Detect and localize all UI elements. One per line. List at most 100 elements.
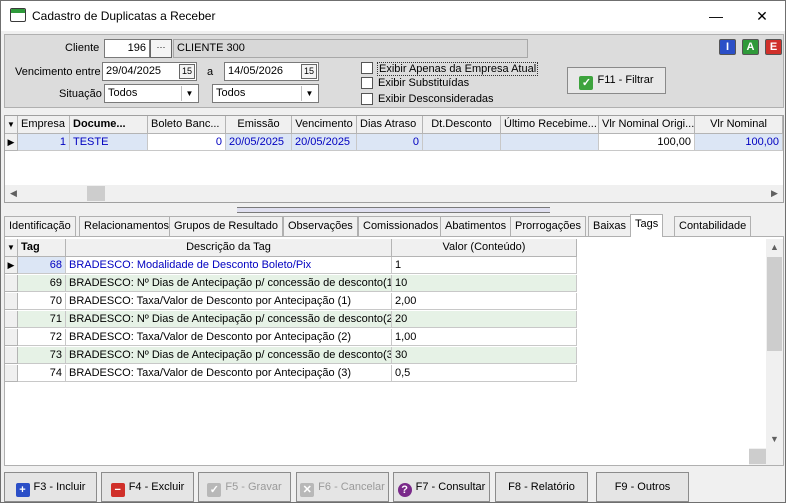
table-row-cell[interactable]: 0 [357,134,423,151]
tag-row-desc[interactable]: BRADESCO: Taxa/Valor de Desconto por Ant… [66,329,392,346]
situacao-select-2[interactable]: Todos ▼ [212,84,319,103]
col-descricao-tag[interactable]: Descrição da Tag [66,239,392,257]
tag-row-tag[interactable]: 70 [18,293,66,310]
excluir-button[interactable]: − F4 - Excluir [101,472,194,502]
col-dt-desconto[interactable]: Dt.Desconto [423,116,501,134]
splitter-handle[interactable] [237,207,550,213]
col-empresa[interactable]: Empresa [18,116,70,134]
situacao-select-1[interactable]: Todos ▼ [104,84,199,103]
venc-to-value: 14/05/2026 [228,65,284,77]
col-tag[interactable]: Tag [18,239,66,257]
tab-identificacao[interactable]: Identificação [4,216,76,236]
table-row-cell[interactable]: 0 [148,134,226,151]
tag-row-tag[interactable]: 69 [18,275,66,292]
info-button[interactable]: I [719,39,736,55]
table-row-cell[interactable]: 1 [18,134,70,151]
tags-grid-menu-icon[interactable]: ▼ [5,239,18,257]
tag-row-valor[interactable]: 1 [392,257,577,274]
col-valor[interactable]: Valor (Conteúdo) [392,239,577,257]
alter-button[interactable]: A [742,39,759,55]
situacao-1-value: Todos [108,87,138,99]
tag-row-valor[interactable]: 30 [392,347,577,364]
minus-icon: − [110,483,125,497]
tag-row-valor[interactable]: 10 [392,275,577,292]
tab-observacoes[interactable]: Observações [283,216,358,236]
chk-desconsideradas[interactable] [361,93,373,105]
tab-comissionados[interactable]: Comissionados [358,216,444,236]
close-button[interactable]: ✕ [739,1,785,31]
grid-menu-icon[interactable]: ▼ [5,116,18,134]
calendar-to-icon[interactable]: 15 [301,64,317,79]
scroll-down-icon[interactable]: ▼ [766,431,783,448]
tag-row-desc[interactable]: BRADESCO: Nº Dias de Antecipação p/ conc… [66,347,392,364]
row-indicator [5,329,18,346]
delete-button[interactable]: E [765,39,782,55]
tab-prorrogacoes[interactable]: Prorrogações [510,216,587,236]
outros-button[interactable]: F9 - Outros [596,472,689,502]
calendar-from-icon[interactable]: 15 [179,64,195,79]
table-row-cell[interactable]: TESTE [70,134,148,151]
maximize-button[interactable] [693,1,739,31]
cancelar-button[interactable]: ✕ F6 - Cancelar [296,472,389,502]
situacao-2-value: Todos [216,87,246,99]
top-grid-h-scrollbar[interactable]: ◀ ▶ [5,185,783,202]
col-vlr-nominal-orig[interactable]: Vlr Nominal Origi... [599,116,695,134]
tag-row-desc[interactable]: BRADESCO: Modalidade de Desconto Boleto/… [66,257,392,274]
col-boleto[interactable]: Boleto Banc... [148,116,226,134]
tags-v-scrollbar[interactable]: ▲ ▼ [766,239,783,448]
vencimento-label: Vencimento entre [15,66,101,78]
tag-row-desc[interactable]: BRADESCO: Nº Dias de Antecipação p/ conc… [66,311,392,328]
venc-separator: a [207,66,214,78]
table-row-cell[interactable] [423,134,501,151]
tag-row-tag[interactable]: 74 [18,365,66,382]
plus-icon: + [15,483,30,497]
filter-button[interactable]: ✓ F11 - Filtrar [567,67,666,94]
tag-row-tag[interactable]: 68 [18,257,66,274]
tag-row-tag[interactable]: 71 [18,311,66,328]
table-row-cell[interactable]: 20/05/2025 [226,134,292,151]
incluir-label: F3 - Incluir [33,481,86,493]
tag-row-desc[interactable]: BRADESCO: Nº Dias de Antecipação p/ conc… [66,275,392,292]
tag-row-valor[interactable]: 1,00 [392,329,577,346]
tag-row-valor[interactable]: 20 [392,311,577,328]
scroll-right-icon[interactable]: ▶ [766,185,783,202]
col-dias-atraso[interactable]: Dias Atraso [357,116,423,134]
tag-row-desc[interactable]: BRADESCO: Taxa/Valor de Desconto por Ant… [66,365,392,382]
tag-row-valor[interactable]: 0,5 [392,365,577,382]
tab-contabilidade[interactable]: Contabilidade [674,216,752,236]
table-row-cell[interactable] [501,134,599,151]
relatorio-button[interactable]: F8 - Relatório [495,472,588,502]
tab-abatimentos[interactable]: Abatimentos [440,216,512,236]
scroll-up-icon[interactable]: ▲ [766,239,783,256]
table-row-cell[interactable]: 20/05/2025 [292,134,357,151]
tag-row-desc[interactable]: BRADESCO: Taxa/Valor de Desconto por Ant… [66,293,392,310]
scroll-thumb[interactable] [767,257,782,351]
tags-size-grip [749,448,783,465]
row-indicator [5,275,18,292]
table-row-cell[interactable]: 100,00 [599,134,695,151]
check-icon: ✓ [579,76,594,90]
row-indicator [5,311,18,328]
tag-row-valor[interactable]: 2,00 [392,293,577,310]
scroll-thumb[interactable] [87,186,105,201]
tab-relacionamentos[interactable]: Relacionamentos [79,216,174,236]
chk-empresa-atual[interactable] [361,62,373,74]
tag-row-tag[interactable]: 73 [18,347,66,364]
col-emissao[interactable]: Emissão [226,116,292,134]
gravar-button[interactable]: ✓ F5 - Gravar [198,472,291,502]
tab-baixas[interactable]: Baixas [588,216,632,236]
col-vlr-nominal[interactable]: Vlr Nominal [695,116,783,134]
table-row-cell[interactable]: 100,00 [695,134,783,151]
incluir-button[interactable]: + F3 - Incluir [4,472,97,502]
cliente-code-input[interactable]: 196 [104,39,150,58]
cliente-lookup-button[interactable]: ··· [150,39,172,58]
col-documento[interactable]: Docume... [70,116,148,134]
chk-substituidas[interactable] [361,77,373,89]
tag-row-tag[interactable]: 72 [18,329,66,346]
scroll-left-icon[interactable]: ◀ [5,185,22,202]
col-ultimo-receb[interactable]: Último Recebime... [501,116,599,134]
tab-tags[interactable]: Tags [630,214,664,237]
col-vencimento[interactable]: Vencimento [292,116,357,134]
consultar-button[interactable]: ? F7 - Consultar [393,472,490,502]
tab-grupos-resultado[interactable]: Grupos de Resultado [169,216,283,236]
